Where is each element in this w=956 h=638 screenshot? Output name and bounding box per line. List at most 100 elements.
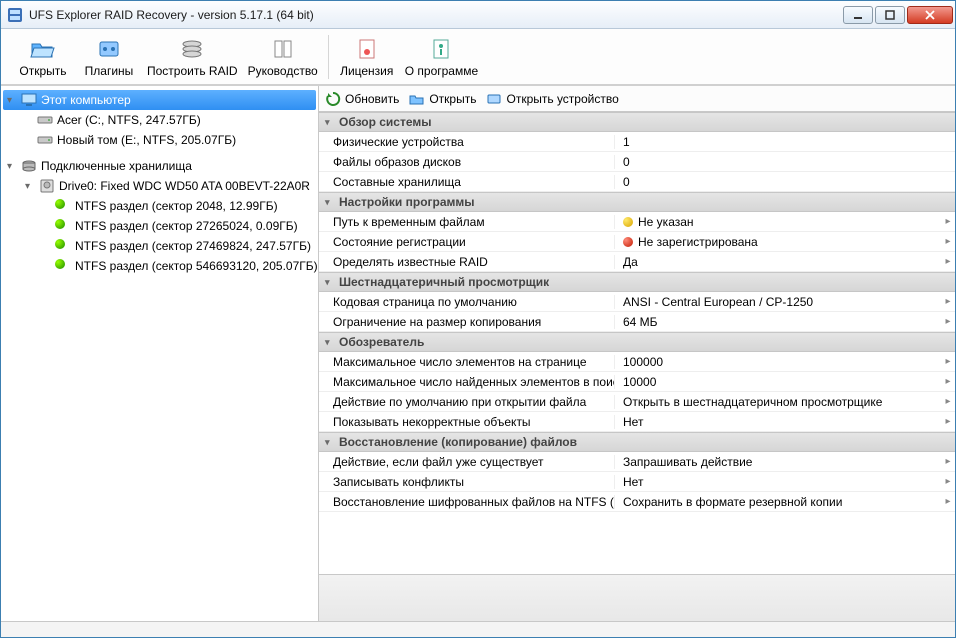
toolbar-separator <box>328 35 329 79</box>
chevron-right-icon: ▸ <box>941 216 955 227</box>
license-button[interactable]: Лицензия <box>335 32 399 82</box>
raid-icon <box>179 36 205 62</box>
prop-val: Нет <box>623 415 643 429</box>
tree-label: NTFS раздел (сектор 2048, 12.99ГБ) <box>75 199 278 213</box>
app-window: UFS Explorer RAID Recovery - version 5.1… <box>0 0 956 638</box>
collapse-icon[interactable]: ▾ <box>325 277 339 288</box>
chevron-right-icon: ▸ <box>941 376 955 387</box>
row-show-bad[interactable]: Показывать некорректные объектыНет▸ <box>319 412 955 432</box>
property-list: ▾Обзор системы Физические устройства1 Фа… <box>319 112 955 575</box>
row-max-found[interactable]: Максимальное число найденных элементов в… <box>319 372 955 392</box>
prop-val: 10000 <box>623 375 656 389</box>
tree-label: Новый том (E:, NTFS, 205.07ГБ) <box>57 133 236 147</box>
open-button[interactable]: Открыть <box>11 32 75 82</box>
partition-icon <box>55 238 71 254</box>
tree-partition[interactable]: NTFS раздел (сектор 2048, 12.99ГБ) <box>3 196 316 216</box>
chevron-right-icon: ▸ <box>941 356 955 367</box>
prop-key: Ограничение на размер копирования <box>319 315 615 329</box>
app-icon <box>7 7 23 23</box>
tree-partition[interactable]: NTFS раздел (сектор 27469824, 247.57ГБ) <box>3 236 316 256</box>
collapse-icon[interactable]: ▾ <box>325 197 339 208</box>
tree-connected-storages[interactable]: ▾ Подключенные хранилища <box>3 156 316 176</box>
sub-label: Открыть устройство <box>506 92 618 106</box>
minimize-button[interactable] <box>843 6 873 24</box>
row-log-confl[interactable]: Записывать конфликтыНет▸ <box>319 472 955 492</box>
row-max-page[interactable]: Максимальное число элементов на странице… <box>319 352 955 372</box>
status-dot-icon <box>623 237 633 247</box>
window-buttons <box>843 6 953 24</box>
prop-val: 0 <box>623 155 630 169</box>
folder-icon <box>409 91 425 107</box>
book-icon <box>270 36 296 62</box>
plugins-button[interactable]: Плагины <box>77 32 141 82</box>
row-efs[interactable]: Восстановление шифрованных файлов на NTF… <box>319 492 955 512</box>
toolbar-label: Построить RAID <box>147 64 238 78</box>
group-hex[interactable]: ▾Шестнадцатеричный просмотрщик <box>319 272 955 292</box>
tree-drive0[interactable]: ▾ Drive0: Fixed WDC WD50 ATA 00BEVT-22A0… <box>3 176 316 196</box>
refresh-button[interactable]: Обновить <box>325 91 399 107</box>
main-toolbar: Открыть Плагины Построить RAID Руководст… <box>1 29 955 85</box>
prop-val: ANSI - Central European / CP-1250 <box>623 295 813 309</box>
collapse-icon[interactable]: ▾ <box>7 161 21 172</box>
device-tree: ▾ Этот компьютер Acer (C:, NTFS, 247.57Г… <box>1 86 319 621</box>
status-dot-icon <box>623 217 633 227</box>
prop-key: Оределять известные RAID <box>319 255 615 269</box>
license-icon <box>354 36 380 62</box>
prop-val: 100000 <box>623 355 663 369</box>
computer-icon <box>21 92 37 108</box>
drive-icon <box>37 112 53 128</box>
prop-val: 0 <box>623 175 630 189</box>
tree-volume-acer[interactable]: Acer (C:, NTFS, 247.57ГБ) <box>3 110 316 130</box>
collapse-icon[interactable]: ▾ <box>25 181 39 192</box>
group-settings[interactable]: ▾Настройки программы <box>319 192 955 212</box>
prop-val: Не указан <box>638 215 694 229</box>
toolbar-label: О программе <box>405 64 478 78</box>
group-overview[interactable]: ▾Обзор системы <box>319 112 955 132</box>
row-tmp-path[interactable]: Путь к временным файлам Не указан ▸ <box>319 212 955 232</box>
collapse-icon[interactable]: ▾ <box>7 95 21 106</box>
row-if-exists[interactable]: Действие, если файл уже существуетЗапраш… <box>319 452 955 472</box>
about-button[interactable]: О программе <box>401 32 482 82</box>
open-button[interactable]: Открыть <box>409 91 476 107</box>
tree-volume-new[interactable]: Новый том (E:, NTFS, 205.07ГБ) <box>3 130 316 150</box>
tree-partition[interactable]: NTFS раздел (сектор 546693120, 205.07ГБ) <box>3 256 316 276</box>
row-reg-state[interactable]: Состояние регистрацииНе зарегистрирована… <box>319 232 955 252</box>
close-button[interactable] <box>907 6 953 24</box>
right-pane: Обновить Открыть Открыть устройство ▾Обз… <box>319 86 955 621</box>
manual-button[interactable]: Руководство <box>244 32 322 82</box>
collapse-icon[interactable]: ▾ <box>325 437 339 448</box>
tree-label: Drive0: Fixed WDC WD50 ATA 00BEVT-22A0R <box>59 179 310 193</box>
open-device-button[interactable]: Открыть устройство <box>486 91 618 107</box>
window-title: UFS Explorer RAID Recovery - version 5.1… <box>29 8 843 22</box>
row-known-raid[interactable]: Оределять известные RAIDДа▸ <box>319 252 955 272</box>
group-label: Обозреватель <box>339 335 424 349</box>
tree-label: Этот компьютер <box>41 93 131 107</box>
tree-this-computer[interactable]: ▾ Этот компьютер <box>3 90 316 110</box>
row-codepage[interactable]: Кодовая страница по умолчаниюANSI - Cent… <box>319 292 955 312</box>
row-comp-stor: Составные хранилища0 <box>319 172 955 192</box>
prop-key: Путь к временным файлам <box>319 215 615 229</box>
prop-key: Состояние регистрации <box>319 235 615 249</box>
sub-label: Открыть <box>429 92 476 106</box>
toolbar-label: Открыть <box>19 64 66 78</box>
group-browser[interactable]: ▾Обозреватель <box>319 332 955 352</box>
titlebar: UFS Explorer RAID Recovery - version 5.1… <box>1 1 955 29</box>
maximize-button[interactable] <box>875 6 905 24</box>
prop-val: Нет <box>623 475 643 489</box>
group-recovery[interactable]: ▾Восстановление (копирование) файлов <box>319 432 955 452</box>
tree-label: Acer (C:, NTFS, 247.57ГБ) <box>57 113 201 127</box>
collapse-icon[interactable]: ▾ <box>325 337 339 348</box>
row-copy-limit[interactable]: Ограничение на размер копирования64 МБ▸ <box>319 312 955 332</box>
prop-val: Да <box>623 255 638 269</box>
hdd-icon <box>39 178 55 194</box>
chevron-right-icon: ▸ <box>941 236 955 247</box>
refresh-icon <box>325 91 341 107</box>
collapse-icon[interactable]: ▾ <box>325 117 339 128</box>
folder-open-icon <box>30 36 56 62</box>
prop-key: Показывать некорректные объекты <box>319 415 615 429</box>
row-default-open[interactable]: Действие по умолчанию при открытии файла… <box>319 392 955 412</box>
row-phys-dev: Физические устройства1 <box>319 132 955 152</box>
tree-label: NTFS раздел (сектор 27265024, 0.09ГБ) <box>75 219 298 233</box>
build-raid-button[interactable]: Построить RAID <box>143 32 242 82</box>
tree-partition[interactable]: NTFS раздел (сектор 27265024, 0.09ГБ) <box>3 216 316 236</box>
